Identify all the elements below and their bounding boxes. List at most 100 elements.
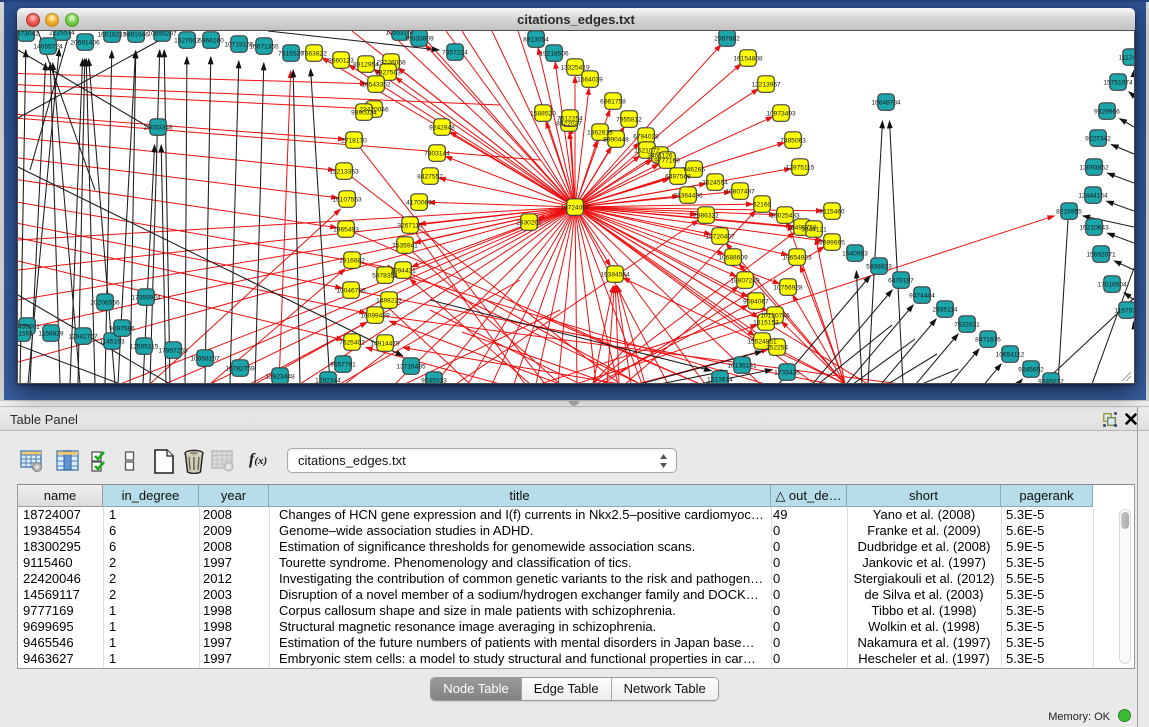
svg-text:1513614: 1513614 — [707, 376, 733, 383]
svg-text:7986322: 7986322 — [693, 212, 719, 219]
svg-text:3044121: 3044121 — [801, 226, 827, 233]
svg-text:19384554: 19384554 — [600, 271, 630, 278]
svg-text:8660123: 8660123 — [328, 57, 354, 64]
svg-text:5938923: 5938923 — [866, 263, 892, 270]
svg-text:10654112: 10654112 — [996, 351, 1025, 358]
svg-text:1435001: 1435001 — [18, 323, 40, 330]
svg-text:16033809: 16033809 — [404, 35, 434, 42]
svg-text:7512254: 7512254 — [557, 115, 583, 122]
svg-text:12093852: 12093852 — [1079, 164, 1109, 171]
svg-text:2718170: 2718170 — [341, 137, 367, 144]
svg-text:1112403: 1112403 — [1119, 54, 1134, 61]
svg-text:1362615: 1362615 — [587, 129, 613, 136]
svg-text:19654923: 19654923 — [782, 254, 812, 261]
svg-text:6961758: 6961758 — [600, 98, 626, 105]
svg-text:9227342: 9227342 — [1085, 135, 1111, 142]
svg-text:10655287: 10655287 — [147, 31, 177, 37]
svg-text:9699695: 9699695 — [819, 239, 845, 246]
svg-text:1733426: 1733426 — [774, 369, 800, 376]
svg-text:18724007: 18724007 — [560, 204, 590, 211]
svg-text:20206556: 20206556 — [90, 299, 120, 306]
svg-text:17957253: 17957253 — [158, 347, 188, 354]
svg-text:7632621: 7632621 — [954, 321, 980, 328]
svg-text:7357224: 7357224 — [442, 49, 468, 56]
svg-text:13716485: 13716485 — [396, 363, 426, 370]
svg-text:19218506: 19218506 — [539, 50, 569, 57]
svg-text:9890334: 9890334 — [351, 109, 377, 116]
svg-text:1564039: 1564039 — [577, 76, 603, 83]
svg-text:23226058: 23226058 — [376, 59, 406, 66]
svg-text:8813054: 8813054 — [523, 36, 549, 43]
svg-text:1588520: 1588520 — [530, 110, 556, 117]
svg-text:6794028: 6794028 — [633, 133, 659, 140]
svg-text:2935114: 2935114 — [932, 306, 958, 313]
svg-text:9097586: 9097586 — [109, 325, 135, 332]
svg-text:9245012: 9245012 — [1038, 378, 1064, 383]
svg-text:1145193: 1145193 — [99, 338, 125, 345]
svg-text:10756928: 10756928 — [773, 284, 803, 291]
svg-text:9327503: 9327503 — [375, 69, 401, 76]
svg-text:1156829: 1156829 — [38, 330, 64, 337]
svg-text:10046786: 10046786 — [336, 287, 366, 294]
svg-text:6479197: 6479197 — [888, 277, 914, 284]
svg-text:9891046: 9891046 — [123, 31, 149, 38]
svg-text:2225574: 2225574 — [49, 31, 75, 36]
svg-text:746266: 746266 — [683, 166, 705, 173]
svg-text:12975115: 12975115 — [786, 164, 815, 171]
svg-text:2087682: 2087682 — [714, 35, 740, 42]
svg-text:8912954: 8912954 — [353, 61, 379, 68]
svg-text:1292344: 1292344 — [315, 377, 341, 383]
svg-text:3624554: 3624554 — [702, 179, 728, 186]
svg-text:10973493: 10973493 — [766, 110, 796, 117]
svg-text:12444154: 12444154 — [1078, 192, 1108, 199]
svg-text:7803144: 7803144 — [424, 150, 450, 157]
svg-text:391551: 391551 — [18, 330, 33, 337]
svg-text:9084067: 9084067 — [743, 298, 769, 305]
svg-text:9115460: 9115460 — [819, 208, 845, 215]
svg-text:8873041: 8873041 — [18, 31, 39, 37]
svg-text:16154808: 16154808 — [733, 55, 763, 62]
svg-text:12505115: 12505115 — [130, 343, 159, 350]
svg-text:9329966: 9329966 — [1094, 108, 1120, 115]
svg-text:1615152: 1615152 — [753, 319, 779, 326]
svg-text:6497568: 6497568 — [665, 173, 691, 180]
svg-text:7955812: 7955812 — [616, 116, 642, 123]
svg-text:17359924: 17359924 — [131, 294, 161, 301]
svg-text:16210643: 16210643 — [1079, 224, 1109, 231]
svg-text:8990448: 8990448 — [603, 136, 629, 143]
svg-text:4170065: 4170065 — [406, 199, 432, 206]
svg-text:16099489: 16099489 — [360, 312, 390, 319]
svg-text:9242848: 9242848 — [429, 124, 455, 131]
svg-text:1094421: 1094421 — [390, 267, 416, 274]
svg-text:16782759: 16782759 — [225, 365, 255, 372]
svg-text:10025433: 10025433 — [770, 212, 800, 219]
svg-text:1640953: 1640953 — [842, 250, 868, 257]
svg-text:10120746: 10120746 — [760, 312, 790, 319]
svg-text:7535941: 7535941 — [392, 242, 418, 249]
svg-text:10958107: 10958107 — [190, 355, 220, 362]
svg-text:3267110: 3267110 — [397, 222, 423, 229]
svg-text:1916682: 1916682 — [339, 257, 365, 264]
svg-text:13325419: 13325419 — [560, 64, 590, 71]
svg-text:14055724: 14055724 — [33, 43, 63, 50]
svg-text:15751074: 15751074 — [1103, 79, 1133, 86]
svg-text:62160: 62160 — [753, 201, 772, 208]
svg-text:1167533: 1167533 — [1114, 307, 1134, 314]
svg-text:1965493: 1965493 — [333, 226, 359, 233]
svg-text:16543362: 16543362 — [361, 81, 391, 88]
svg-text:1527602: 1527602 — [174, 37, 200, 44]
svg-text:252254: 252254 — [766, 344, 788, 351]
svg-text:20053346: 20053346 — [143, 124, 173, 131]
svg-text:12923448: 12923448 — [265, 373, 295, 380]
svg-text:20691406: 20691406 — [70, 39, 100, 46]
svg-text:16136141: 16136141 — [727, 362, 757, 369]
svg-text:9777169: 9777169 — [654, 157, 680, 164]
svg-text:8215955: 8215955 — [1056, 208, 1082, 215]
svg-text:15720407: 15720407 — [705, 233, 735, 240]
svg-text:1498222: 1498222 — [376, 297, 402, 304]
svg-text:16671355: 16671355 — [249, 43, 279, 50]
svg-text:12213967: 12213967 — [751, 81, 781, 88]
svg-text:12213363: 12213363 — [329, 168, 359, 175]
svg-text:9245013: 9245013 — [421, 377, 447, 383]
svg-text:7625402: 7625402 — [339, 339, 365, 346]
